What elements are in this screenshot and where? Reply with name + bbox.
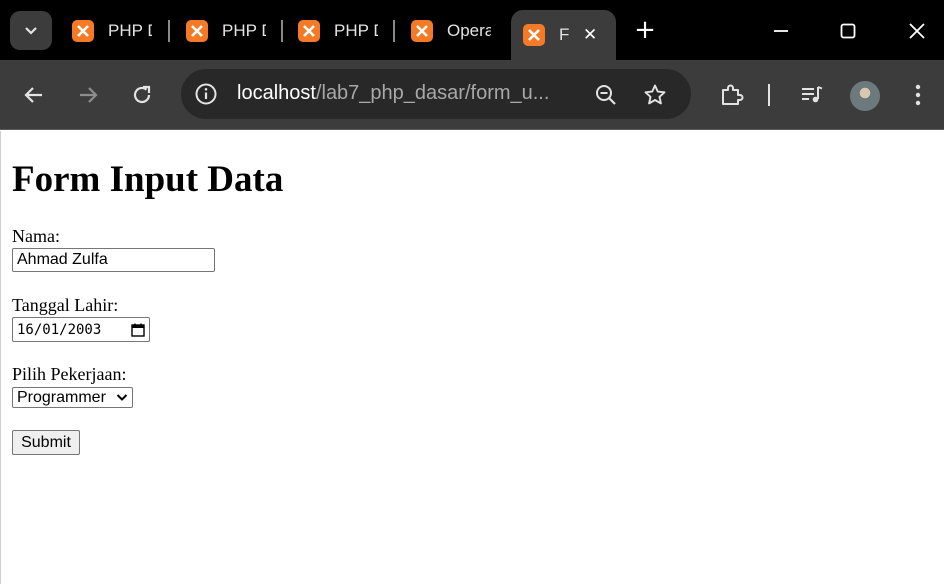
puzzle-icon — [722, 84, 744, 105]
minimize-icon — [774, 30, 788, 32]
profile-avatar[interactable] — [850, 81, 880, 111]
calendar-icon[interactable] — [131, 323, 145, 337]
reload-icon — [133, 85, 151, 104]
zoom-button[interactable] — [592, 81, 620, 109]
tab-php-dasar-2[interactable]: PHP Dasar — [186, 10, 270, 52]
reload-button[interactable] — [126, 79, 158, 111]
nama-input-value: Ahmad Zulfa — [17, 251, 108, 268]
tab-form-active[interactable]: Form ✕ — [511, 10, 616, 60]
url-host: localhost — [237, 82, 316, 104]
arrow-left-icon — [24, 87, 42, 103]
close-tab-icon[interactable]: ✕ — [583, 25, 597, 45]
tab-title: Form — [559, 25, 569, 44]
tab-title: PHP Dasar — [108, 21, 152, 40]
pekerjaan-label: Pilih Pekerjaan: — [12, 364, 127, 384]
tab-php-dasar-3[interactable]: PHP Dasar — [298, 10, 382, 52]
maximize-button[interactable] — [831, 14, 865, 48]
chevron-down-icon — [25, 26, 37, 35]
submit-button[interactable]: Submit — [12, 430, 80, 455]
pekerjaan-select[interactable]: Programmer — [12, 387, 133, 408]
close-window-button[interactable] — [900, 14, 934, 48]
maximize-icon — [840, 23, 856, 39]
tab-title: Operator — [447, 21, 491, 40]
xampp-icon — [298, 20, 320, 42]
xampp-icon — [186, 20, 208, 42]
page-viewport: Form Input Data Nama: Ahmad Zulfa Tangga… — [0, 131, 944, 584]
tab-divider — [168, 20, 170, 42]
url-text[interactable]: localhost/lab7_php_dasar/form_u... — [237, 82, 577, 105]
pekerjaan-selected-value: Programmer — [17, 388, 106, 406]
arrow-right-icon — [80, 87, 98, 103]
info-icon — [195, 83, 217, 105]
back-button[interactable] — [18, 79, 50, 111]
site-info-button[interactable] — [193, 81, 219, 107]
toolbar-divider — [768, 84, 770, 106]
star-icon — [644, 84, 666, 105]
menu-button[interactable] — [902, 79, 934, 111]
minimize-button[interactable] — [764, 14, 798, 48]
chevron-down-icon — [116, 394, 128, 401]
tab-php-dasar-1[interactable]: PHP Dasar — [72, 10, 156, 52]
zoom-out-icon — [596, 85, 616, 105]
media-controls-button[interactable] — [796, 79, 828, 111]
xampp-icon — [523, 24, 545, 46]
tab-title: PHP Dasar — [222, 21, 266, 40]
playlist-music-icon — [802, 86, 823, 103]
tab-divider — [393, 20, 395, 42]
close-icon — [909, 23, 925, 39]
tab-operator[interactable]: Operator — [411, 10, 495, 52]
tab-title: PHP Dasar — [334, 21, 378, 40]
bookmark-button[interactable] — [641, 81, 669, 109]
nama-label: Nama: — [12, 226, 60, 246]
forward-button[interactable] — [72, 79, 104, 111]
page-title: Form Input Data — [12, 159, 284, 200]
browser-toolbar: localhost/lab7_php_dasar/form_u... — [0, 60, 944, 130]
tanggal-lahir-label: Tanggal Lahir: — [12, 295, 119, 315]
tab-divider — [281, 20, 283, 42]
url-path: /lab7_php_dasar/form_u... — [315, 82, 550, 104]
tab-search-button[interactable] — [10, 11, 52, 50]
xampp-icon — [72, 20, 94, 42]
tanggal-lahir-input[interactable]: 16/01/2003 — [12, 317, 150, 342]
extensions-button[interactable] — [716, 79, 748, 111]
xampp-icon — [411, 20, 433, 42]
address-bar[interactable]: localhost/lab7_php_dasar/form_u... — [181, 69, 691, 119]
tanggal-lahir-value: 16/01/2003 — [17, 321, 102, 338]
more-vertical-icon — [915, 84, 921, 106]
new-tab-button[interactable]: + — [632, 15, 658, 45]
nama-input[interactable]: Ahmad Zulfa — [12, 248, 215, 272]
tab-strip: PHP Dasar PHP Dasar PHP Dasar Operator F… — [0, 0, 944, 60]
